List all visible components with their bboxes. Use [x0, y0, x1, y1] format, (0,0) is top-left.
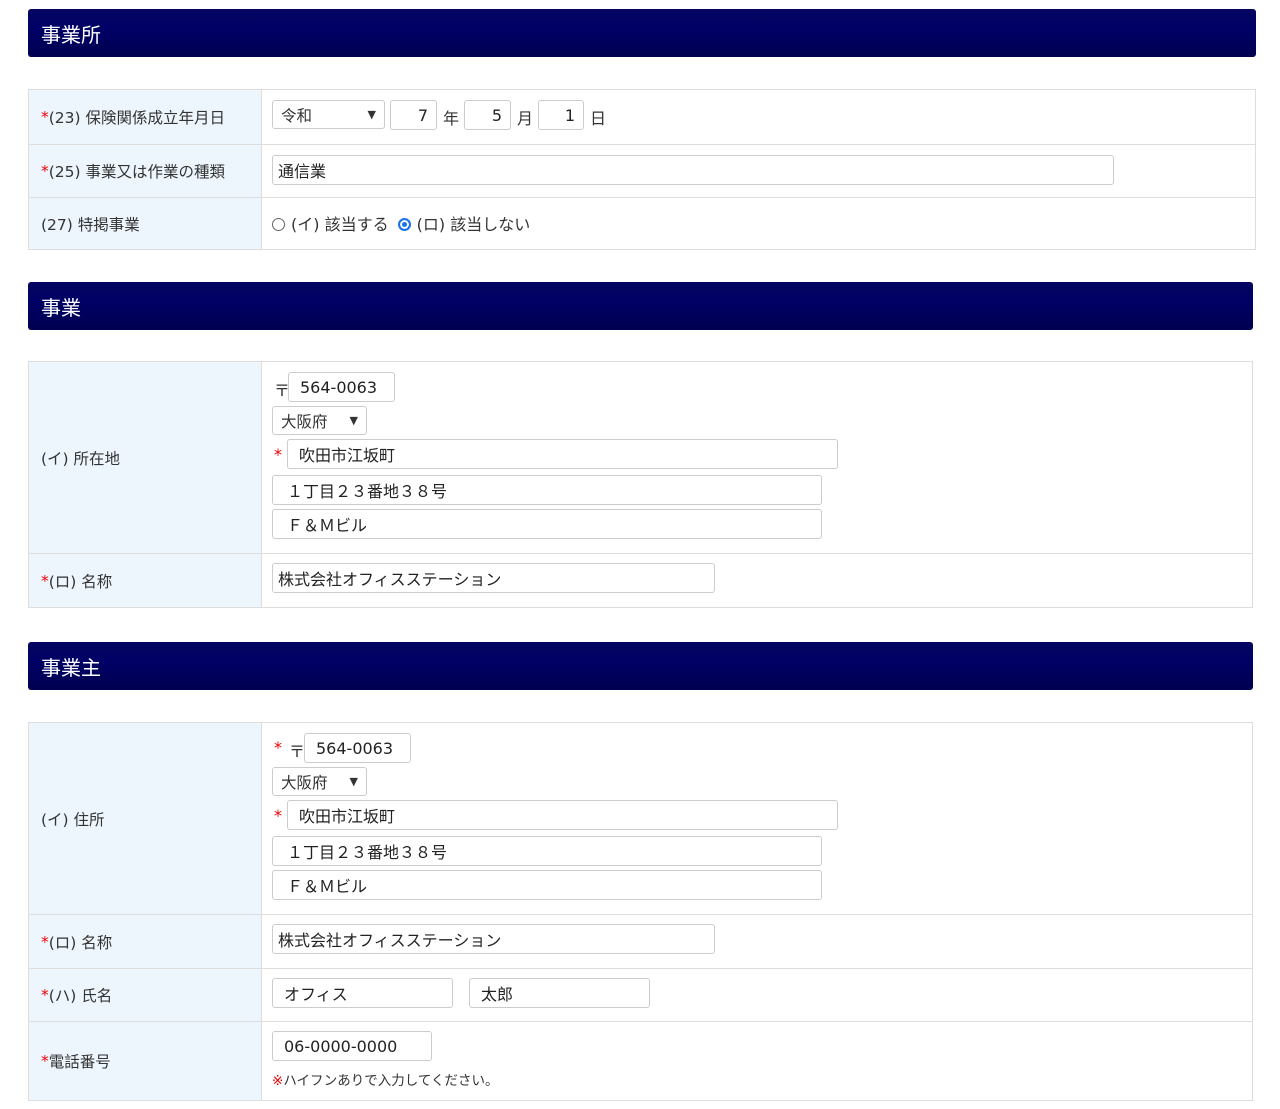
row-special-business: (27) 特掲事業 (イ) 該当する (ロ) 該当しない — [29, 198, 1255, 250]
address-line3-input[interactable] — [272, 870, 822, 900]
row-phone: *電話番号 ※ハイフンありで入力してください。 — [29, 1022, 1252, 1101]
first-name-input[interactable] — [469, 978, 650, 1008]
owner-table: (イ) 住所 * 〒 大阪府▼ * *(ロ) 名称 *(ハ) 氏名 *電話番号 … — [28, 722, 1253, 1101]
section-header-owner: 事業主 — [28, 642, 1253, 690]
chevron-down-icon: ▼ — [367, 108, 376, 121]
day-input[interactable] — [538, 100, 584, 130]
phone-hint: ※ハイフンありで入力してください。 — [272, 1073, 499, 1089]
row-business-name: * (ロ) 名称 — [29, 554, 1252, 608]
city-input[interactable] — [287, 800, 838, 830]
era-select[interactable]: 令和 ▼ — [272, 100, 385, 129]
last-name-input[interactable] — [272, 978, 453, 1008]
field-label: (23) 保険関係成立年月日 — [48, 109, 225, 127]
phone-input[interactable] — [272, 1031, 432, 1061]
address-line3-input[interactable] — [272, 509, 822, 539]
section-header-business: 事業 — [28, 282, 1253, 330]
city-input[interactable] — [287, 439, 838, 469]
radio-not-applicable[interactable] — [397, 218, 411, 231]
business-name-input[interactable] — [272, 563, 715, 593]
chevron-down-icon: ▼ — [349, 775, 358, 788]
row-owner-name: * (ロ) 名称 — [29, 915, 1252, 969]
postal-code-input[interactable] — [288, 372, 395, 402]
address-line2-input[interactable] — [272, 836, 822, 866]
prefecture-select[interactable]: 大阪府 ▼ — [272, 767, 367, 796]
chevron-down-icon: ▼ — [349, 414, 358, 427]
row-person-name: * (ハ) 氏名 — [29, 969, 1252, 1022]
row-establishment-date: *(23) 保険関係成立年月日 令和▼ 年 月 日 — [29, 90, 1255, 145]
section-header-office: 事業所 — [28, 9, 1256, 57]
month-input[interactable] — [464, 100, 511, 130]
year-input[interactable] — [390, 100, 437, 130]
address-line2-input[interactable] — [272, 475, 822, 505]
owner-name-input[interactable] — [272, 924, 715, 954]
row-business-type: * (25) 事業又は作業の種類 — [29, 145, 1255, 198]
office-table: *(23) 保険関係成立年月日 令和▼ 年 月 日 *(25) 事業又は作業の種… — [28, 89, 1256, 250]
radio-applicable[interactable] — [272, 218, 285, 231]
row-business-address: (イ) 所在地 〒 大阪府▼ * — [29, 362, 1252, 554]
section-title: 事業所 — [41, 23, 101, 47]
postal-code-input[interactable] — [304, 733, 411, 763]
business-table: (イ) 所在地 〒 大阪府▼ * *(ロ) 名称 — [28, 361, 1253, 608]
prefecture-select[interactable]: 大阪府 ▼ — [272, 406, 367, 435]
row-owner-address: (イ) 住所 * 〒 大阪府▼ * — [29, 723, 1252, 915]
business-type-input[interactable] — [272, 155, 1114, 185]
